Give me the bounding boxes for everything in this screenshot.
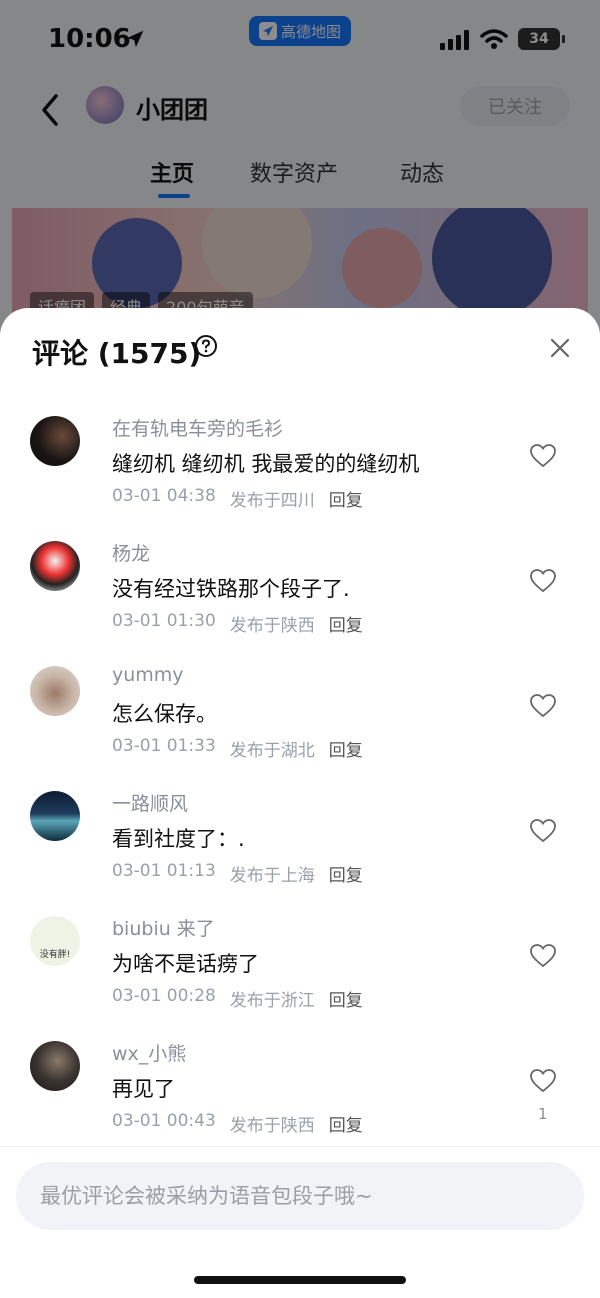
comment-meta: 03-01 00:43 发布于陕西 回复 xyxy=(112,1111,363,1136)
comment-item[interactable]: yummy 怎么保存。 03-01 01:33 发布于湖北 回复 xyxy=(0,658,600,782)
heart-icon[interactable] xyxy=(530,694,556,718)
heart-icon[interactable] xyxy=(530,944,556,968)
comment-date: 03-01 00:28 xyxy=(112,986,216,1006)
comment-meta: 03-01 04:38 发布于四川 回复 xyxy=(112,486,363,511)
comment-input[interactable] xyxy=(16,1162,584,1230)
commenter-name[interactable]: yummy xyxy=(112,664,184,686)
comment-item[interactable]: 一路顺风 看到社度了：. 03-01 01:13 发布于上海 回复 xyxy=(0,783,600,907)
comment-text: 怎么保存。 xyxy=(112,702,217,726)
comment-text: 缝纫机 缝纫机 我最爱的的缝纫机 xyxy=(112,452,420,476)
comment-location: 发布于上海 xyxy=(229,866,315,886)
commenter-name[interactable]: wx_小熊 xyxy=(112,1039,186,1066)
commenter-name[interactable]: 一路顺风 xyxy=(112,789,188,816)
comment-text: 再见了 xyxy=(112,1077,175,1101)
comment-text: 为啥不是话痨了 xyxy=(112,952,259,976)
comment-meta: 03-01 01:30 发布于陕西 回复 xyxy=(112,611,363,636)
comment-date: 03-01 01:33 xyxy=(112,736,216,756)
comment-meta: 03-01 00:28 发布于浙江 回复 xyxy=(112,986,363,1011)
comment-date: 03-01 01:30 xyxy=(112,611,216,631)
close-icon[interactable] xyxy=(548,336,572,360)
commenter-avatar[interactable] xyxy=(30,666,80,716)
comment-meta: 03-01 01:33 发布于湖北 回复 xyxy=(112,736,363,761)
commenter-name[interactable]: biubiu 来了 xyxy=(112,914,215,941)
reply-button[interactable]: 回复 xyxy=(329,486,363,511)
comment-location: 发布于湖北 xyxy=(229,741,315,761)
reply-button[interactable]: 回复 xyxy=(329,736,363,761)
reply-button[interactable]: 回复 xyxy=(329,986,363,1011)
help-icon[interactable] xyxy=(194,334,218,358)
comment-item[interactable]: 没有胖! biubiu 来了 为啥不是话痨了 03-01 00:28 发布于浙江… xyxy=(0,908,600,1032)
commenter-avatar[interactable] xyxy=(30,791,80,841)
comment-location: 发布于陕西 xyxy=(229,616,315,636)
like-count: 1 xyxy=(538,1105,548,1123)
comments-sheet: 评论 (1575) 在有轨电车旁的毛衫 缝纫机 缝纫机 我最爱的的缝纫机 03-… xyxy=(0,308,600,1298)
commenter-name[interactable]: 杨龙 xyxy=(112,539,150,566)
comment-item[interactable]: wx_小熊 再见了 03-01 00:43 发布于陕西 回复 1 xyxy=(0,1033,600,1157)
heart-icon[interactable] xyxy=(530,444,556,468)
comments-title: 评论 (1575) xyxy=(32,337,202,370)
comment-location: 发布于四川 xyxy=(229,491,315,511)
heart-icon[interactable] xyxy=(530,819,556,843)
comment-location: 发布于陕西 xyxy=(229,1116,315,1136)
commenter-avatar[interactable]: 没有胖! xyxy=(30,916,80,966)
reply-button[interactable]: 回复 xyxy=(329,1111,363,1136)
heart-icon[interactable] xyxy=(530,1069,556,1093)
commenter-avatar[interactable] xyxy=(30,541,80,591)
comment-item[interactable]: 杨龙 没有经过铁路那个段子了. 03-01 01:30 发布于陕西 回复 xyxy=(0,533,600,657)
comment-location: 发布于浙江 xyxy=(229,991,315,1011)
avatar-caption: 没有胖! xyxy=(39,950,71,960)
comment-date: 03-01 00:43 xyxy=(112,1111,216,1131)
reply-button[interactable]: 回复 xyxy=(329,861,363,886)
commenter-avatar[interactable] xyxy=(30,1041,80,1091)
comment-item[interactable]: 在有轨电车旁的毛衫 缝纫机 缝纫机 我最爱的的缝纫机 03-01 04:38 发… xyxy=(0,408,600,532)
comment-date: 03-01 01:13 xyxy=(112,861,216,881)
reply-button[interactable]: 回复 xyxy=(329,611,363,636)
heart-icon[interactable] xyxy=(530,569,556,593)
comment-text: 没有经过铁路那个段子了. xyxy=(112,577,350,601)
commenter-name[interactable]: 在有轨电车旁的毛衫 xyxy=(112,414,283,441)
comment-date: 03-01 04:38 xyxy=(112,486,216,506)
home-indicator[interactable] xyxy=(194,1276,406,1284)
commenter-avatar[interactable] xyxy=(30,416,80,466)
divider xyxy=(0,1146,600,1147)
comment-meta: 03-01 01:13 发布于上海 回复 xyxy=(112,861,363,886)
comment-text: 看到社度了：. xyxy=(112,827,245,851)
